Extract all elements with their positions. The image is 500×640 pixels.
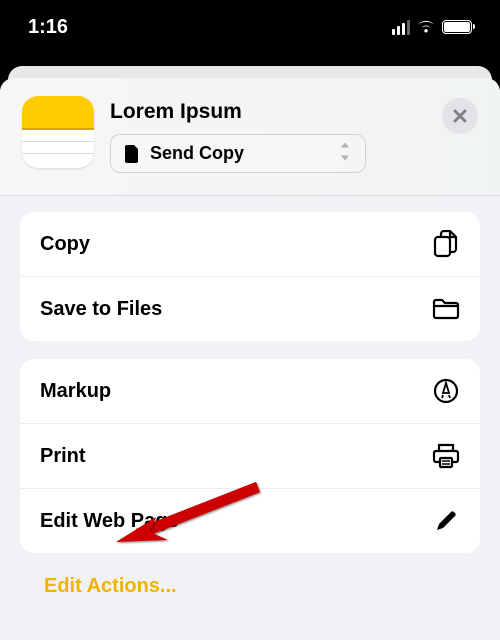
actions-list: Copy Save to Files Markup Print	[0, 196, 500, 610]
battery-icon	[442, 20, 472, 34]
pencil-icon	[432, 507, 460, 535]
save-to-files-action[interactable]: Save to Files	[20, 276, 480, 341]
edit-web-page-action[interactable]: Edit Web Page	[20, 488, 480, 553]
close-button[interactable]	[442, 98, 478, 134]
folder-icon	[432, 295, 460, 323]
printer-icon	[432, 442, 460, 470]
header-text: Lorem Ipsum Send Copy	[110, 96, 478, 173]
status-time: 1:16	[28, 16, 68, 39]
notes-app-icon	[22, 96, 94, 168]
sheet-header: Lorem Ipsum Send Copy	[0, 78, 500, 196]
copy-action[interactable]: Copy	[20, 212, 480, 276]
markup-icon	[432, 377, 460, 405]
chevron-up-down-icon	[339, 142, 351, 165]
print-action[interactable]: Print	[20, 423, 480, 488]
action-label: Markup	[40, 380, 111, 403]
close-icon	[452, 108, 468, 124]
doc-on-doc-icon	[432, 230, 460, 258]
note-title: Lorem Ipsum	[110, 100, 478, 124]
markup-action[interactable]: Markup	[20, 359, 480, 423]
status-indicators	[392, 20, 472, 35]
action-group: Copy Save to Files	[20, 212, 480, 341]
send-copy-label: Send Copy	[150, 143, 244, 164]
cellular-icon	[392, 20, 410, 35]
edit-actions-button[interactable]: Edit Actions...	[20, 571, 480, 602]
share-sheet: Lorem Ipsum Send Copy Copy Save to File	[0, 78, 500, 640]
document-icon	[125, 145, 140, 163]
action-label: Print	[40, 445, 86, 468]
wifi-icon	[416, 20, 436, 34]
action-label: Save to Files	[40, 298, 162, 321]
status-bar: 1:16	[0, 0, 500, 54]
send-copy-selector[interactable]: Send Copy	[110, 134, 366, 173]
action-label: Copy	[40, 233, 90, 256]
action-group: Markup Print Edit Web Page	[20, 359, 480, 553]
action-label: Edit Web Page	[40, 510, 179, 533]
